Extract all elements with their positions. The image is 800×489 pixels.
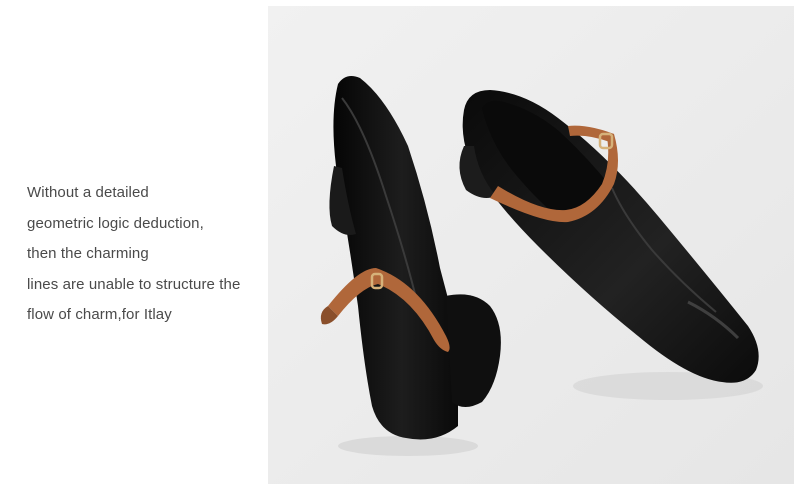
description-line-5: flow of charm,for Itlay	[27, 306, 172, 323]
description-line-4: lines are unable to structure the	[27, 275, 241, 293]
description-line-2: geometric logic deduction,	[27, 214, 204, 232]
product-photo	[268, 6, 794, 484]
product-description: Without a detailed geometric logic deduc…	[27, 183, 257, 336]
description-line-3: then the charming	[27, 245, 149, 262]
shoes-illustration	[268, 6, 794, 484]
description-line-1: Without a detailed	[27, 184, 149, 201]
